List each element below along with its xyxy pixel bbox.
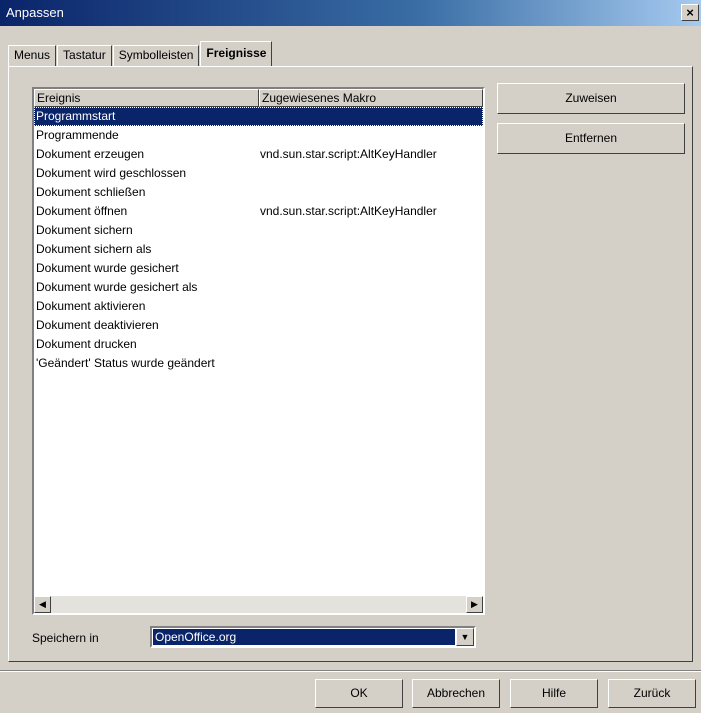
tab-ereignisse[interactable]: Freignisse [200, 41, 273, 66]
event-name: Dokument wurde gesichert [36, 261, 179, 275]
help-button[interactable]: Hilfe [510, 679, 598, 708]
list-rows: Programmstart Programmende Dokument erzeug… [34, 107, 483, 373]
list-item[interactable]: Dokument öffnen vnd.sun.star.script:AltKe… [34, 202, 483, 221]
chevron-down-icon[interactable]: ▼ [456, 628, 474, 646]
assigned-macro [260, 335, 483, 354]
title-bar: Anpassen × [0, 0, 701, 26]
list-item[interactable]: Dokument schließen [34, 183, 483, 202]
window-title: Anpassen [6, 5, 64, 20]
assigned-macro [260, 259, 483, 278]
list-item[interactable]: Dokument sichern als [34, 240, 483, 259]
header-event[interactable]: Ereignis [34, 89, 259, 107]
event-name: Dokument sichern [36, 223, 133, 237]
assigned-macro [260, 183, 483, 202]
cancel-button[interactable]: Abbrechen [412, 679, 500, 708]
event-name: Dokument öffnen [36, 204, 128, 218]
list-item[interactable]: Programmende [34, 126, 483, 145]
remove-button[interactable]: Entfernen [497, 123, 685, 154]
list-item[interactable]: Dokument aktivieren [34, 297, 483, 316]
footer-divider [0, 670, 701, 672]
event-name: Dokument wurde gesichert als [36, 280, 198, 294]
event-name: Dokument deaktivieren [36, 318, 159, 332]
list-item[interactable]: Dokument wurde gesichert als [34, 278, 483, 297]
close-button[interactable]: × [681, 4, 699, 21]
scroll-right-icon[interactable]: ▶ [466, 596, 483, 613]
reset-button[interactable]: Zurück [608, 679, 696, 708]
assigned-macro [260, 107, 483, 126]
assigned-macro [260, 126, 483, 145]
assigned-macro [260, 316, 483, 335]
event-name: Programmende [36, 128, 119, 142]
assigned-macro [260, 164, 483, 183]
assigned-macro [260, 297, 483, 316]
assigned-macro [260, 221, 483, 240]
assigned-macro [260, 240, 483, 259]
tab-strip: Menus Tastatur Symbolleisten Freignisse [8, 41, 273, 66]
list-item[interactable]: Dokument wurde gesichert [34, 259, 483, 278]
tab-tastatur[interactable]: Tastatur [57, 45, 112, 66]
event-name: Programmstart [36, 109, 116, 123]
ok-button[interactable]: OK [315, 679, 403, 708]
assigned-macro: vnd.sun.star.script:AltKeyHandler [260, 147, 437, 161]
header-macro[interactable]: Zugewiesenes Makro [259, 89, 483, 107]
event-name: 'Geändert' Status wurde geändert [36, 356, 215, 370]
event-name: Dokument wird geschlossen [36, 166, 187, 180]
assigned-macro: vnd.sun.star.script:AltKeyHandler [260, 204, 437, 218]
event-name: Dokument schließen [36, 185, 146, 199]
event-name: Dokument drucken [36, 337, 137, 351]
list-item[interactable]: Dokument sichern [34, 221, 483, 240]
scroll-left-icon[interactable]: ◀ [34, 596, 51, 613]
save-in-value: OpenOffice.org [153, 629, 455, 645]
assigned-macro [260, 278, 483, 297]
list-item[interactable]: Dokument erzeugen vnd.sun.star.script:Alt… [34, 145, 483, 164]
list-item[interactable]: Programmstart [34, 107, 483, 126]
event-name: Dokument aktivieren [36, 299, 146, 313]
save-in-label: Speichern in [32, 631, 99, 645]
tab-menus[interactable]: Menus [8, 45, 57, 66]
list-item[interactable]: Dokument drucken [34, 335, 483, 354]
assign-button[interactable]: Zuweisen [497, 83, 685, 114]
list-item[interactable]: Dokument deaktivieren [34, 316, 483, 335]
assigned-macro [260, 354, 483, 373]
horizontal-scrollbar[interactable]: ◀ ▶ [34, 596, 483, 613]
event-name: Dokument erzeugen [36, 147, 145, 161]
tab-symbolleisten[interactable]: Symbolleisten [112, 45, 200, 66]
event-name: Dokument sichern als [36, 242, 152, 256]
events-listbox[interactable]: Ereignis Zugewiesenes Makro Programmstar… [32, 87, 485, 615]
list-item[interactable]: Dokument wird geschlossen [34, 164, 483, 183]
list-header: Ereignis Zugewiesenes Makro [34, 89, 483, 107]
list-item[interactable]: 'Geändert' Status wurde geändert [34, 354, 483, 373]
save-in-select[interactable]: OpenOffice.org ▼ [150, 626, 476, 648]
